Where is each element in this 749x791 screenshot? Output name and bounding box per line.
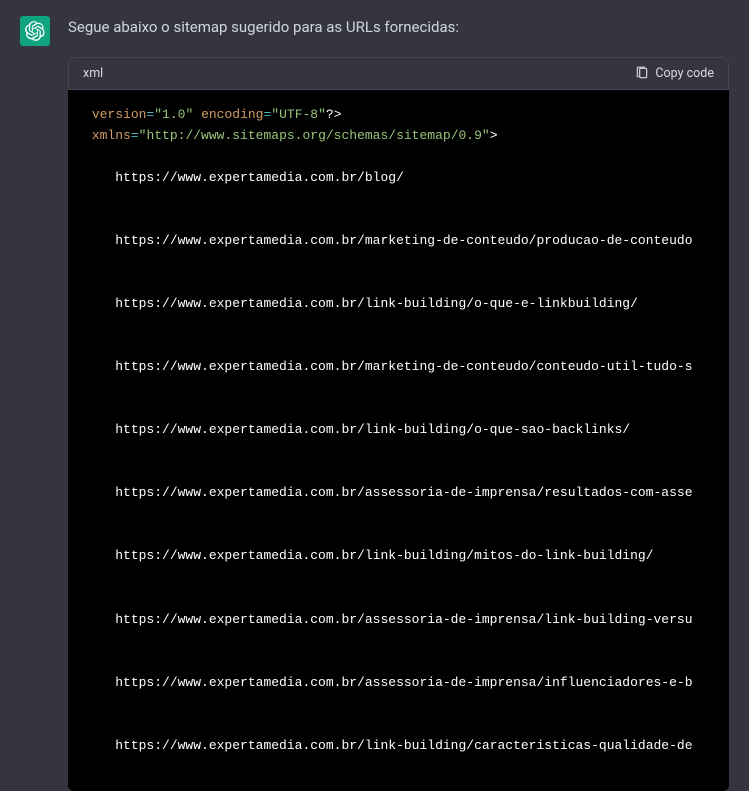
assistant-message: Segue abaixo o sitemap sugerido para as …	[0, 0, 749, 791]
assistant-avatar	[20, 16, 50, 46]
copy-code-button[interactable]: Copy code	[635, 66, 714, 81]
code-header: xml Copy code	[68, 57, 729, 90]
openai-icon	[25, 21, 45, 41]
message-content: Segue abaixo o sitemap sugerido para as …	[68, 16, 729, 791]
intro-text: Segue abaixo o sitemap sugerido para as …	[68, 16, 729, 39]
code-body[interactable]: version="1.0" encoding="UTF-8"?> xmlns="…	[68, 90, 729, 791]
copy-code-label: Copy code	[655, 66, 714, 81]
code-language-label: xml	[83, 66, 103, 81]
code-block: xml Copy code version="1.0" encoding="UT…	[68, 57, 729, 791]
clipboard-icon	[635, 66, 649, 80]
